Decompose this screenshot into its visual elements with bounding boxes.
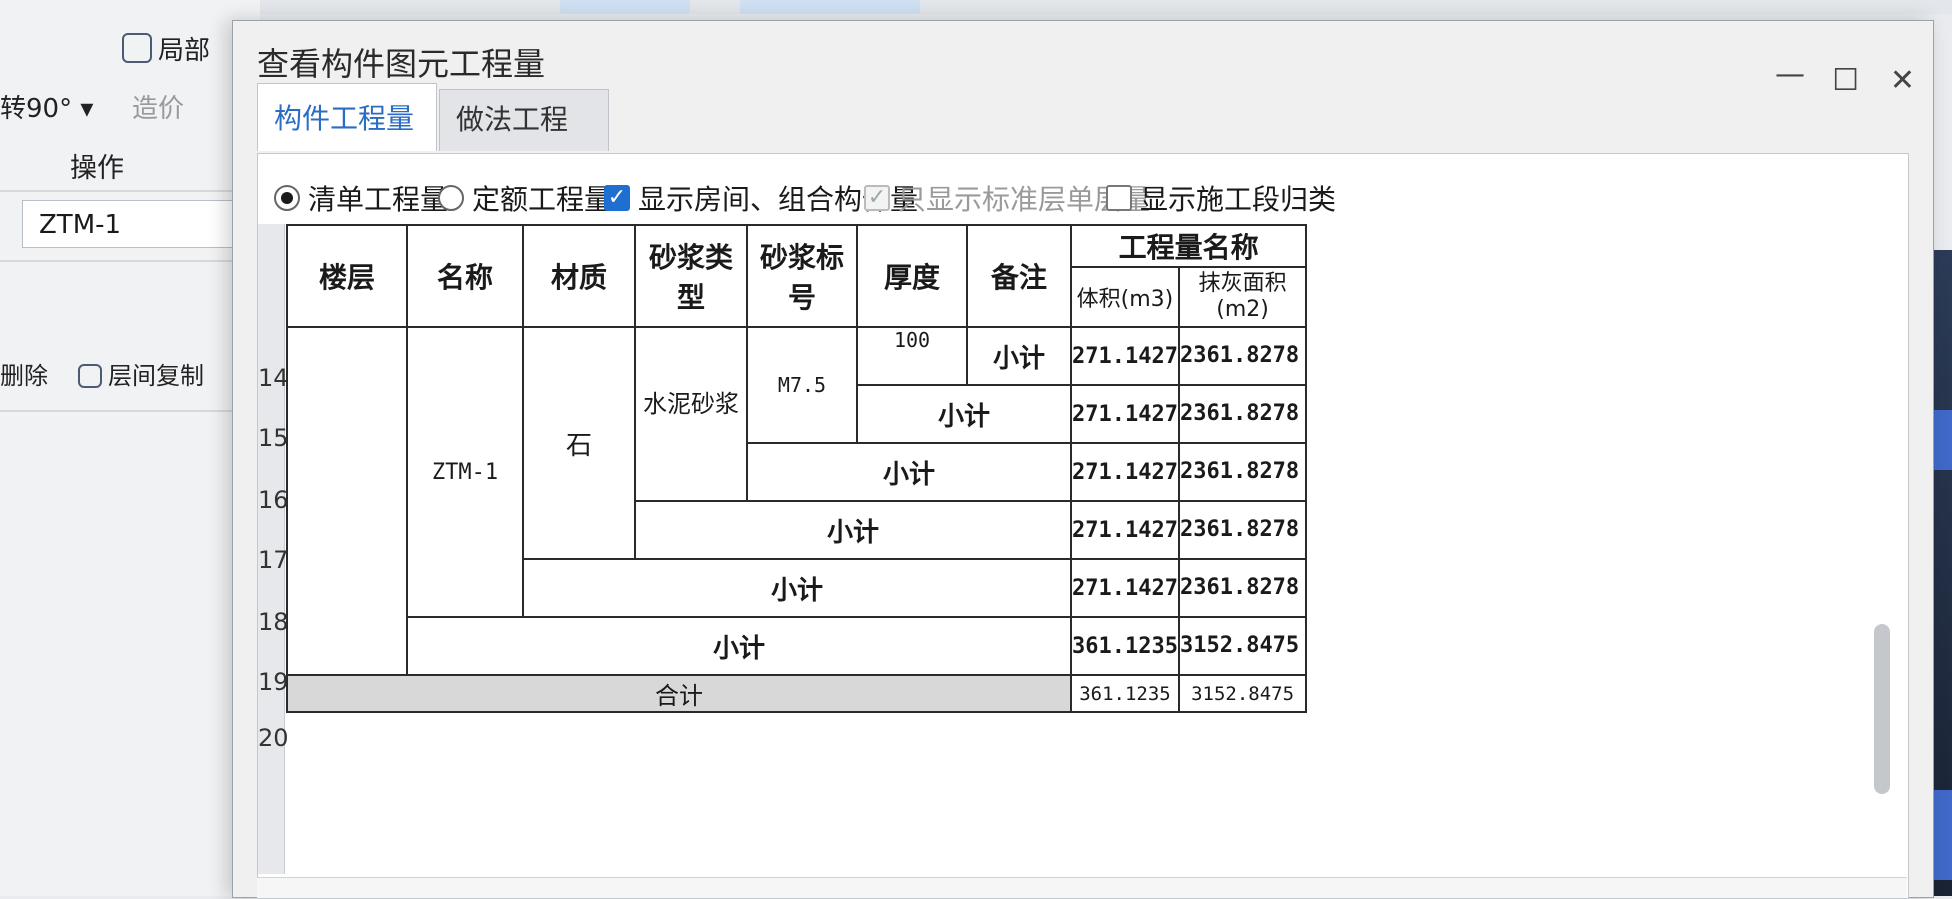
area-cell: 2361.8278 [1177, 384, 1308, 444]
thickness-cell: 100 [856, 326, 968, 386]
tab-method-quantity[interactable]: 做法工程量 [439, 89, 609, 196]
component-select[interactable]: ZTM-1 [22, 200, 247, 248]
subtotal-cell: 小计 [856, 384, 1072, 444]
close-button[interactable]: ✕ [1890, 63, 1915, 98]
total-volume-cell: 361.1235 [1070, 674, 1180, 713]
area-cell: 2361.8278 [1177, 500, 1308, 560]
header-material: 材质 [522, 224, 636, 328]
row-number: 15 [258, 424, 289, 452]
volume-cell: 271.1427 [1070, 558, 1180, 618]
status-bar [257, 877, 1907, 898]
delete-button[interactable]: 删除 [0, 356, 48, 391]
tab-component-quantity[interactable]: 构件工程量 [257, 83, 437, 151]
subtotal-cell: 小计 [634, 500, 1072, 560]
row-number: 17 [258, 546, 289, 574]
header-name: 名称 [406, 224, 524, 328]
header-floor: 楼层 [286, 224, 408, 328]
bill-quantity-radio[interactable]: 清单工程量 [274, 178, 448, 218]
construction-section-checkbox[interactable]: 显示施工段归类 [1106, 178, 1336, 218]
checkbox-empty-icon [1106, 185, 1132, 211]
minimize-button[interactable]: — [1775, 57, 1805, 92]
total-area-cell: 3152.8475 [1177, 674, 1308, 713]
header-thickness: 厚度 [856, 224, 968, 328]
mortar-type-cell: 水泥砂浆 [634, 326, 748, 502]
header-mortar-grade: 砂浆标号 [746, 224, 858, 328]
header-mortar-type: 砂浆类型 [634, 224, 748, 328]
subtotal-cell: 小计 [522, 558, 1072, 618]
subtotal-cell: 小计 [746, 442, 1072, 502]
vertical-scrollbar[interactable] [1874, 624, 1890, 794]
radio-empty-icon [438, 185, 464, 211]
quantity-grid: 14 15 16 17 18 19 20 楼层 名称 材质 砂浆类型 砂浆标号 … [258, 224, 1858, 874]
copy-icon [78, 364, 102, 388]
cube-icon [122, 33, 152, 63]
area-cell: 3152.8475 [1177, 616, 1308, 676]
row-number: 20 [258, 724, 289, 752]
name-cell: ZTM-1 [406, 326, 524, 618]
floor-cell [286, 326, 408, 676]
row-number: 14 [258, 364, 289, 392]
volume-cell: 271.1427 [1070, 442, 1180, 502]
radio-selected-icon [274, 185, 300, 211]
local-button[interactable]: 局部 [122, 30, 210, 67]
area-cell: 2361.8278 [1177, 442, 1308, 502]
area-cell: 2361.8278 [1177, 326, 1308, 386]
rotate-90-button[interactable]: 转90° ▾ [0, 88, 93, 125]
maximize-button[interactable]: ☐ [1832, 63, 1859, 98]
quantity-table: 楼层 名称 材质 砂浆类型 砂浆标号 厚度 备注 工程量名称 体积(m3) 抹灰… [286, 224, 1308, 713]
checkmark-disabled-icon: ✓ [864, 185, 890, 211]
subtotal-cell: 小计 [966, 326, 1072, 386]
row-header-gutter: 14 15 16 17 18 19 20 [258, 224, 289, 874]
floor-copy-button[interactable]: 层间复制 [78, 356, 204, 391]
quantity-dialog: 查看构件图元工程量 — ☐ ✕ 构件工程量 做法工程量 清单工程量 定额工程量 … [232, 20, 1934, 899]
header-volume: 体积(m3) [1070, 266, 1180, 328]
quantity-panel: 清单工程量 定额工程量 ✓ 显示房间、组合构件量 ✓ 只显示标准层单层量 显示施… [257, 153, 1909, 899]
volume-cell: 361.1235 [1070, 616, 1180, 676]
volume-cell: 271.1427 [1070, 500, 1180, 560]
background-app-panel: 局部 转90° ▾ 造价 操作 ZTM-1 删除 层间复制 [0, 0, 260, 896]
total-cell: 合计 [286, 674, 1072, 713]
row-number: 16 [258, 486, 289, 514]
row-number: 19 [258, 668, 289, 696]
header-remark: 备注 [966, 224, 1072, 328]
area-cell: 2361.8278 [1177, 558, 1308, 618]
background-toolbar [0, 0, 1952, 14]
operation-section-label: 操作 [70, 153, 124, 184]
cost-button[interactable]: 造价 [132, 88, 184, 125]
mortar-grade-cell: M7.5 [746, 326, 858, 444]
quota-quantity-radio[interactable]: 定额工程量 [438, 178, 612, 218]
volume-cell: 271.1427 [1070, 384, 1180, 444]
material-cell: 石 [522, 326, 636, 560]
dialog-title: 查看构件图元工程量 [257, 45, 546, 83]
volume-cell: 271.1427 [1070, 326, 1180, 386]
header-plaster-area: 抹灰面积(m2) [1177, 266, 1308, 328]
subtotal-cell: 小计 [406, 616, 1072, 676]
checkmark-icon: ✓ [604, 185, 630, 211]
header-quantity-group: 工程量名称 [1069, 224, 1308, 268]
row-number: 18 [258, 608, 289, 636]
